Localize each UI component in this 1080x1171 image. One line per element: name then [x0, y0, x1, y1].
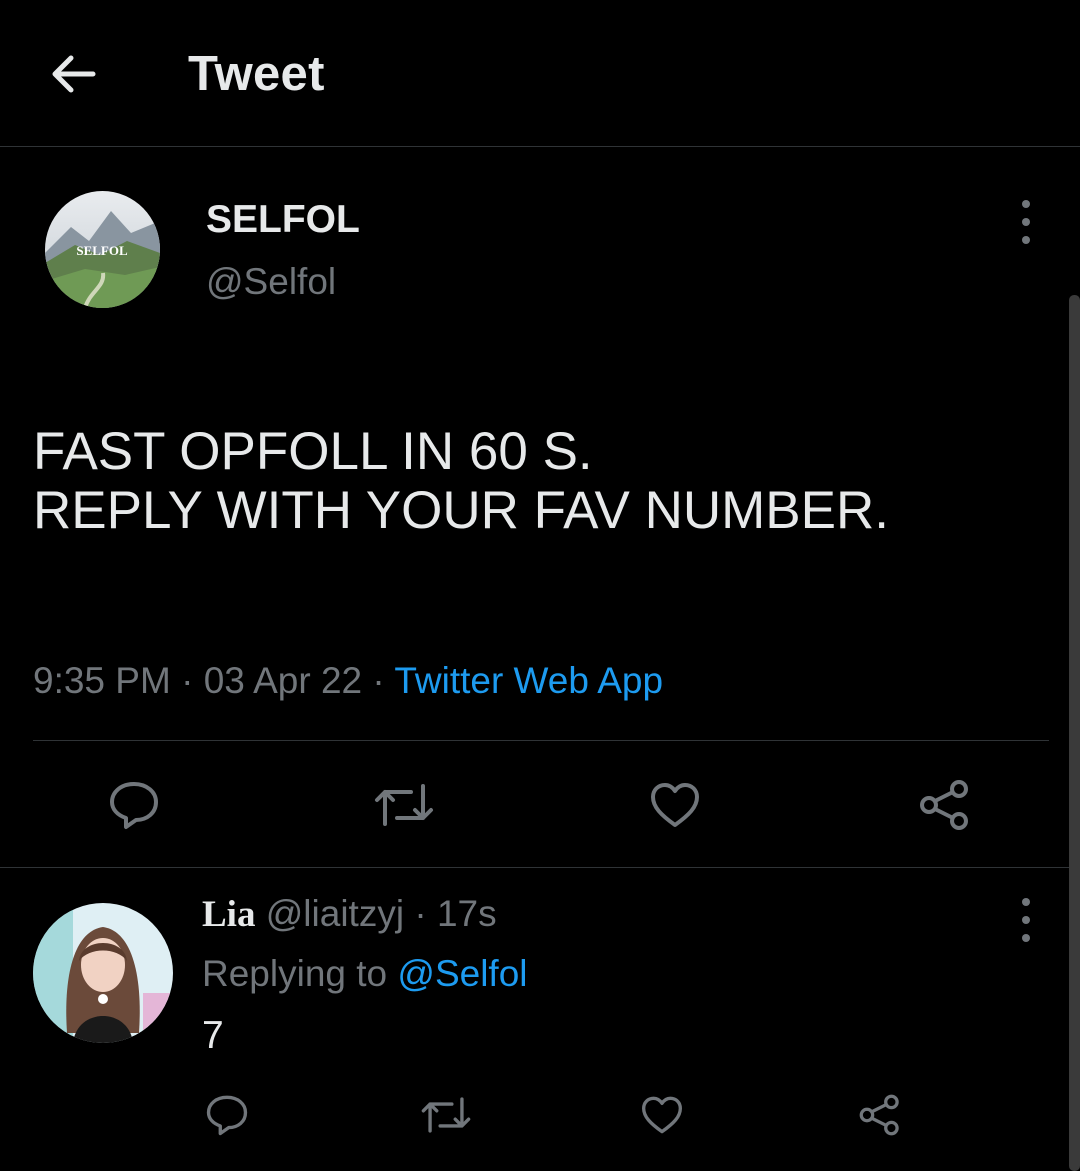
arrow-left-icon [52, 55, 96, 93]
author-avatar[interactable]: SELFOL [45, 191, 160, 308]
reply-text: 7 [202, 1014, 224, 1057]
retweet-icon [421, 1097, 471, 1133]
like-icon [642, 1096, 682, 1134]
author-handle[interactable]: @Selfol [206, 261, 336, 303]
meta-divider [33, 740, 1049, 741]
more-options-button[interactable] [1011, 200, 1041, 244]
more-icon [1022, 898, 1030, 906]
retweet-button[interactable] [369, 770, 439, 840]
tweet-time[interactable]: 9:35 PM [33, 660, 171, 701]
reply-header: Lia @liaitzyj · 17s [202, 893, 497, 935]
author-name[interactable]: SELFOL [206, 198, 360, 242]
reply-share-button[interactable] [845, 1080, 915, 1150]
reply-more-options-button[interactable] [1011, 898, 1041, 942]
reply-author-name[interactable]: Lia [202, 894, 255, 935]
tweet-text: FAST OPFOLL IN 60 S. REPLY WITH YOUR FAV… [33, 422, 889, 541]
reply-reply-button[interactable] [192, 1080, 262, 1150]
share-button[interactable] [910, 770, 980, 840]
reply-time[interactable]: 17s [437, 893, 497, 934]
tweet-divider [0, 867, 1080, 868]
reply-author-avatar[interactable] [33, 903, 173, 1043]
replying-to: Replying to @Selfol [202, 953, 528, 994]
share-icon [859, 1094, 899, 1136]
tweet-date[interactable]: 03 Apr 22 [204, 660, 362, 701]
share-icon [920, 780, 968, 830]
scrollbar[interactable] [1069, 295, 1080, 1171]
header-divider [0, 146, 1080, 147]
reply-icon [206, 1095, 248, 1136]
reply-button[interactable] [99, 770, 169, 840]
more-icon [1022, 200, 1030, 208]
retweet-icon [375, 784, 433, 826]
page-title: Tweet [188, 47, 325, 101]
back-button[interactable] [40, 44, 106, 104]
tweet-source-link[interactable]: Twitter Web App [394, 660, 663, 701]
reply-retweet-button[interactable] [411, 1080, 481, 1150]
tweet-text-line: REPLY WITH YOUR FAV NUMBER. [33, 481, 889, 541]
like-icon [651, 783, 699, 827]
reply-like-button[interactable] [627, 1080, 697, 1150]
tweet-text-line: FAST OPFOLL IN 60 S. [33, 422, 593, 481]
reply-icon [110, 782, 158, 829]
like-button[interactable] [640, 770, 710, 840]
avatar-logo-text: SELFOL [76, 243, 128, 258]
tweet-meta: 9:35 PM · 03 Apr 22 · Twitter Web App [33, 660, 664, 701]
reply-author-handle[interactable]: @liaitzyj [266, 893, 404, 934]
replying-to-link[interactable]: @Selfol [397, 953, 527, 994]
